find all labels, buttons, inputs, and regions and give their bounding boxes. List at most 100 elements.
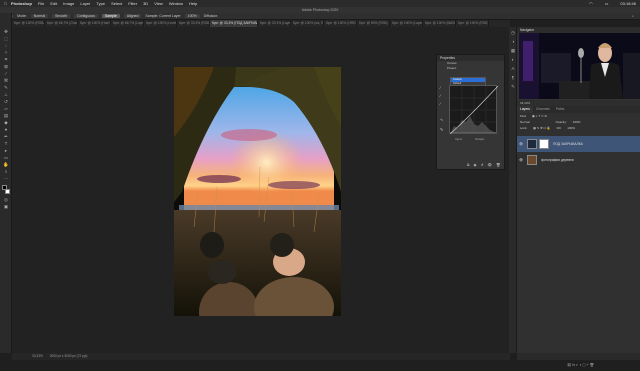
menu-layer[interactable]: Layer — [80, 1, 90, 6]
visibility-eye-icon[interactable]: 👁 — [517, 142, 525, 146]
eyedropper-black-icon[interactable]: ⁄ — [440, 85, 441, 90]
menu-help[interactable]: Help — [189, 1, 197, 6]
tab-doc-14[interactable]: Куст @ 100% (RGB) — [456, 20, 489, 27]
tab-doc-5[interactable]: Куст @ 100% (Levels) — [144, 20, 177, 27]
wifi-icon[interactable]: ◠ — [589, 1, 593, 6]
properties-panel: Properties Curves Preset: Custom Default… — [436, 54, 505, 170]
dodge-tool-icon[interactable]: ● — [3, 127, 9, 132]
menu-view[interactable]: View — [154, 1, 163, 6]
magic-wand-icon[interactable]: ✧ — [3, 50, 9, 55]
tab-channels[interactable]: Channels — [533, 106, 553, 113]
document-image[interactable] — [174, 67, 341, 316]
menu-app[interactable]: Photoshop — [11, 1, 32, 6]
tab-doc-9[interactable]: Куст @ 100% (sic, RGB) — [291, 20, 324, 27]
menu-edit[interactable]: Edit — [50, 1, 57, 6]
tab-doc-6[interactable]: Куст @ 33,3% (RGB/8#) — [177, 20, 210, 27]
tab-doc-active[interactable]: Куст @ 33,3% (ПОД ЗАКРЫВАЛКА, RGB/8#) — [210, 20, 258, 27]
more-tools-icon[interactable]: ⋯ — [3, 176, 9, 181]
delete-icon[interactable]: 🗑 — [496, 163, 500, 167]
color-icon[interactable]: ◑ — [510, 39, 516, 44]
eraser-icon[interactable]: ▱ — [3, 106, 9, 111]
type-tool-icon[interactable]: T — [3, 141, 9, 146]
history-brush-icon[interactable]: ↺ — [3, 99, 9, 104]
clip-icon[interactable]: ⧉ — [467, 163, 470, 167]
layers-panel: Layers Channels Paths Kind ▣ ◐ T ▭ ⧉ Nor… — [517, 106, 640, 353]
brush-tool-icon[interactable]: ✎ — [3, 85, 9, 90]
history-icon[interactable]: ◷ — [510, 30, 516, 35]
pencil-icon[interactable]: ✎ — [440, 127, 443, 132]
tab-doc-2[interactable]: Куст @ 66,7% (Channel Mixer) — [45, 20, 78, 27]
tab-doc-4[interactable]: Куст @ 66,7% (Layer 1) — [111, 20, 144, 27]
menu-file[interactable]: File — [38, 1, 44, 6]
mode-dropdown[interactable]: Normal — [30, 14, 49, 18]
gradient-tool-icon[interactable]: ▤ — [3, 113, 9, 118]
filter-icons[interactable]: ▣ ◐ T ▭ ⧉ — [532, 113, 547, 119]
clone-stamp-icon[interactable]: ⊥ — [3, 92, 9, 97]
visibility-icon[interactable]: 👁 — [488, 163, 492, 167]
contiguous-toggle[interactable]: Contiguous — [74, 14, 98, 18]
search-icon[interactable]: ⌕ — [632, 14, 634, 18]
blur-tool-icon[interactable]: ◆ — [3, 120, 9, 125]
frame-tool-icon[interactable]: ⊠ — [3, 64, 9, 69]
menu-window[interactable]: Window — [169, 1, 183, 6]
eyedropper-gray-icon[interactable]: ⁄ — [440, 93, 441, 98]
layer-name[interactable]: ПОД ЗАКРЫВАЛКА — [553, 142, 583, 146]
sample-toggle[interactable]: Sample — [101, 14, 120, 18]
curve-point-icon[interactable]: ∿ — [440, 117, 443, 122]
tab-doc-10[interactable]: Куст @ 100% (ORIGINAL) — [324, 20, 357, 27]
layer-mask-thumbnail[interactable] — [539, 139, 549, 149]
curve-graph[interactable] — [449, 85, 499, 135]
status-zoom[interactable]: 33,33% — [32, 354, 43, 358]
eyedropper-icon[interactable]: ⁄ — [3, 71, 9, 76]
character-icon[interactable]: A — [510, 66, 516, 71]
reset-icon[interactable]: ↺ — [481, 163, 484, 167]
tab-layers[interactable]: Layers — [517, 106, 533, 113]
hand-tool-icon[interactable]: ✋ — [3, 162, 9, 167]
visibility-eye-icon[interactable]: 👁 — [517, 158, 525, 162]
layer-row[interactable]: 👁 фотография деревня — [517, 152, 640, 168]
move-tool-icon[interactable]: ✥ — [3, 29, 9, 34]
layer-name[interactable]: фотография деревня — [541, 158, 574, 162]
tab-doc-13[interactable]: Куст @ 100% (MASK) — [423, 20, 456, 27]
tab-doc-12[interactable]: Куст @ 100% (Layer 0) — [390, 20, 423, 27]
path-select-icon[interactable]: ▸ — [3, 148, 9, 153]
battery-icon[interactable]: ▭ — [605, 1, 609, 6]
menu-3d[interactable]: 3D — [143, 1, 148, 6]
tab-doc-1[interactable]: Куст @ 100% (RGB/8#) — [12, 20, 45, 27]
crop-tool-icon[interactable]: ⌗ — [3, 57, 9, 62]
shape-tool-icon[interactable]: ▭ — [3, 155, 9, 160]
eyedropper-white-icon[interactable]: ⁄ — [440, 101, 441, 106]
percent-field[interactable]: 100% — [184, 14, 200, 18]
tab-doc-11[interactable]: Куст @ 50% (RGB) — [357, 20, 390, 27]
zoom-tool-icon[interactable]: ⌕ — [3, 169, 9, 174]
pen-tool-icon[interactable]: ✒ — [3, 134, 9, 139]
menu-type[interactable]: Type — [96, 1, 105, 6]
aligned-toggle[interactable]: Aligned — [123, 14, 142, 18]
view-previous-icon[interactable]: ◉ — [474, 163, 477, 167]
sample-all-dropdown[interactable]: Sample: Current Layer — [145, 14, 180, 18]
screen-mode-icon[interactable]: ▣ — [3, 204, 9, 209]
background-color-swatch[interactable] — [5, 189, 10, 194]
menu-image[interactable]: Image — [63, 1, 74, 6]
layer-footer-icons[interactable]: ⛓ fx ◐ ◑ ▢ + 🗑 — [567, 363, 594, 367]
layer-row[interactable]: 👁 ПОД ЗАКРЫВАЛКА — [517, 136, 640, 152]
status-doc-size: 2000 px x 3000 px (72 ppi) — [49, 354, 88, 358]
healing-brush-icon[interactable]: ⌘ — [3, 78, 9, 83]
brushes-icon[interactable]: ✎ — [510, 84, 516, 89]
adjustments-icon[interactable]: ◐ — [510, 57, 516, 62]
menu-select[interactable]: Select — [111, 1, 122, 6]
swatches-icon[interactable]: ▦ — [510, 48, 516, 53]
lock-icons[interactable]: ▦ ✎ ✥ ⊡ 🔒 — [533, 125, 550, 131]
status-bar: 33,33% 2000 px x 3000 px (72 ppi) — [12, 353, 510, 360]
marquee-tool-icon[interactable]: ⬚ — [3, 36, 9, 41]
fill-field[interactable]: 100% — [567, 125, 575, 131]
tab-doc-8[interactable]: Куст @ 33,3% (Layer 1) — [258, 20, 291, 27]
lasso-tool-icon[interactable]: ◌ — [3, 43, 9, 48]
paragraph-icon[interactable]: ¶ — [510, 75, 516, 80]
tab-doc-3[interactable]: Куст @ 100% (Hue/Saturation) — [78, 20, 111, 27]
tab-paths[interactable]: Paths — [553, 106, 567, 113]
quick-mask-icon[interactable]: ◎ — [3, 197, 9, 202]
menu-filter[interactable]: Filter — [128, 1, 137, 6]
apple-icon[interactable]:  — [4, 1, 7, 6]
smooth-toggle[interactable]: Smooth — [52, 14, 71, 18]
